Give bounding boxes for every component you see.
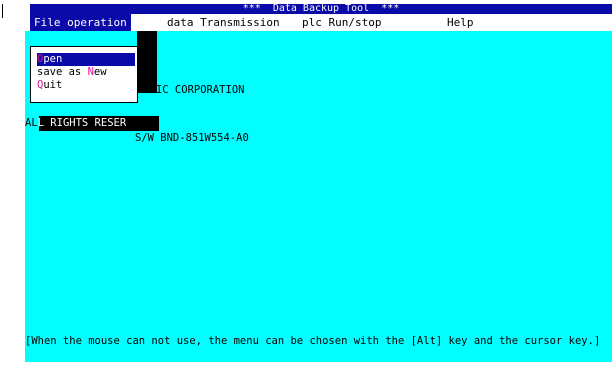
menu-data-transmission[interactable]: data Transmission (163, 14, 284, 31)
dropdown-item-save-as-new[interactable]: save as New (37, 66, 135, 79)
file-operation-dropdown: Open save as New Quit (30, 46, 138, 103)
company-name-fragment: CTRIC CORPORATION (137, 84, 245, 96)
menu-bar: File operation data Transmission plc Run… (30, 14, 612, 31)
software-version-text: S/W BND-851W554-A0 (135, 132, 249, 144)
dropdown-item-open[interactable]: Open (37, 53, 135, 66)
menu-file-operation[interactable]: File operation (30, 14, 131, 31)
menu-plc-run-stop[interactable]: plc Run/stop (298, 14, 385, 31)
dropdown-item-quit[interactable]: Quit (37, 79, 135, 92)
rights-reserved-inverse: L RIGHTS RESER (37, 117, 127, 129)
rights-reserved-text: ALL RIGHTS RESERVED (25, 117, 146, 129)
app-title-bar: *** Data Backup Tool *** (30, 4, 612, 14)
copyright-year-fragment: 996 (137, 68, 156, 80)
text-cursor (2, 4, 3, 18)
menu-help[interactable]: Help (443, 14, 478, 31)
status-help-message: [When the mouse can not use, the menu ca… (25, 335, 601, 347)
